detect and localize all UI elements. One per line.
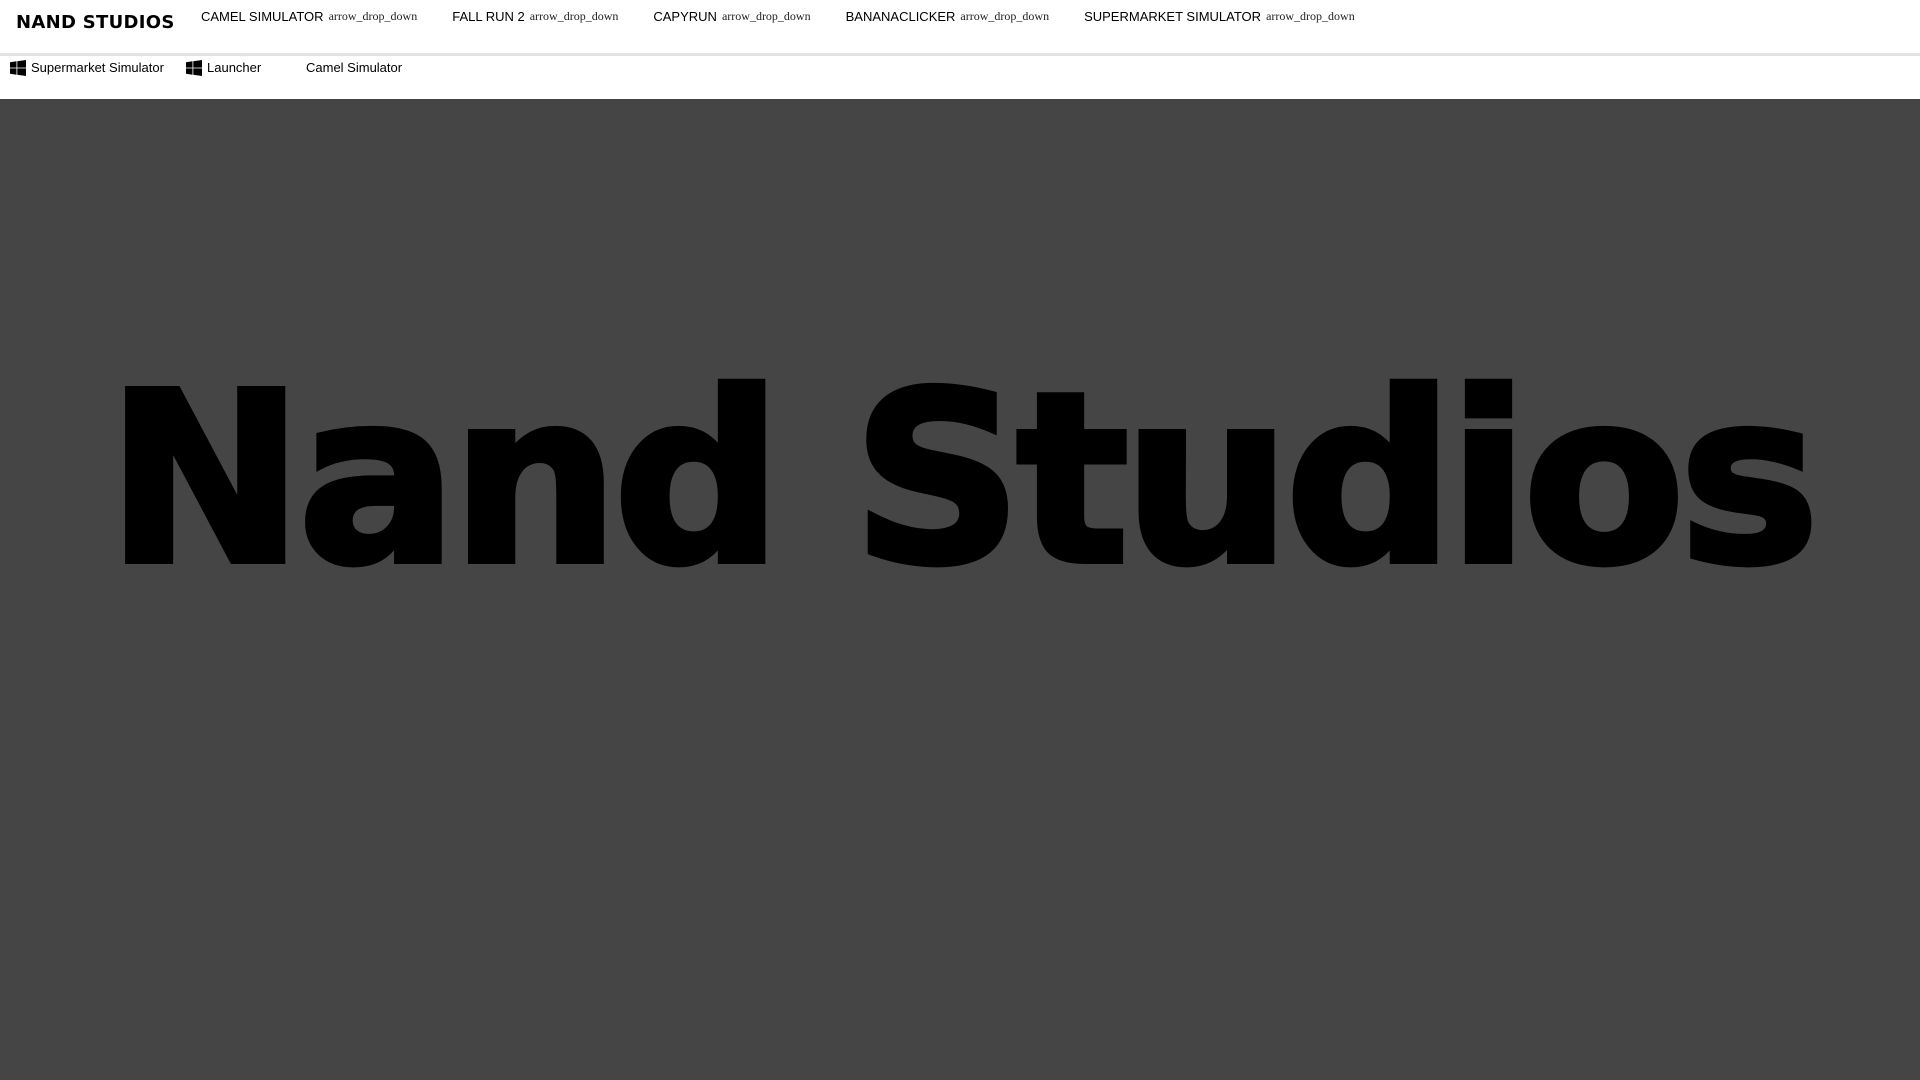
hero-title: Nand Studios xyxy=(103,342,1822,617)
bookmark-label: Camel Simulator xyxy=(306,60,403,75)
nav-item-supermarket-simulator[interactable]: SUPERMARKET SIMULATOR arrow_drop_down xyxy=(1084,9,1355,24)
bookmark-supermarket-simulator[interactable]: Supermarket Simulator xyxy=(10,56,164,79)
bookmark-camel-simulator[interactable]: Camel Simulator xyxy=(306,56,402,79)
nav-item-fall-run-2[interactable]: FALL RUN 2 arrow_drop_down xyxy=(452,9,618,24)
bookmark-launcher[interactable]: Launcher xyxy=(186,56,261,79)
hero-section: Nand Studios xyxy=(0,99,1920,1080)
nav-item-label: BANANACLICKER xyxy=(845,8,956,24)
nav-item-label: CAPYRUN xyxy=(653,8,717,24)
bookmarks-bar: Supermarket Simulator Launcher Camel Sim… xyxy=(0,56,1920,99)
bookmark-label: Launcher xyxy=(207,60,262,75)
main-nav: CAMEL SIMULATOR arrow_drop_down FALL RUN… xyxy=(201,0,1390,32)
arrow-drop-down-icon: arrow_drop_down xyxy=(328,8,418,23)
nav-item-bananaclicker[interactable]: BANANACLICKER arrow_drop_down xyxy=(846,9,1049,24)
windows-icon xyxy=(10,59,26,76)
nav-item-label: SUPERMARKET SIMULATOR xyxy=(1084,8,1262,24)
arrow-drop-down-icon: arrow_drop_down xyxy=(960,8,1050,23)
arrow-drop-down-icon: arrow_drop_down xyxy=(721,8,811,23)
brand-logo[interactable]: NAND STUDIOS xyxy=(16,12,175,33)
nav-item-label: FALL RUN 2 xyxy=(452,8,525,24)
arrow-drop-down-icon: arrow_drop_down xyxy=(529,8,619,23)
windows-icon xyxy=(186,59,202,76)
top-navigation-bar: NAND STUDIOS CAMEL SIMULATOR arrow_drop_… xyxy=(0,0,1920,56)
nav-item-capyrun[interactable]: CAPYRUN arrow_drop_down xyxy=(653,9,810,24)
nav-item-label: CAMEL SIMULATOR xyxy=(201,8,324,24)
arrow-drop-down-icon: arrow_drop_down xyxy=(1266,8,1355,23)
nav-item-camel-simulator[interactable]: CAMEL SIMULATOR arrow_drop_down xyxy=(201,9,417,24)
bookmark-label: Supermarket Simulator xyxy=(31,60,164,75)
